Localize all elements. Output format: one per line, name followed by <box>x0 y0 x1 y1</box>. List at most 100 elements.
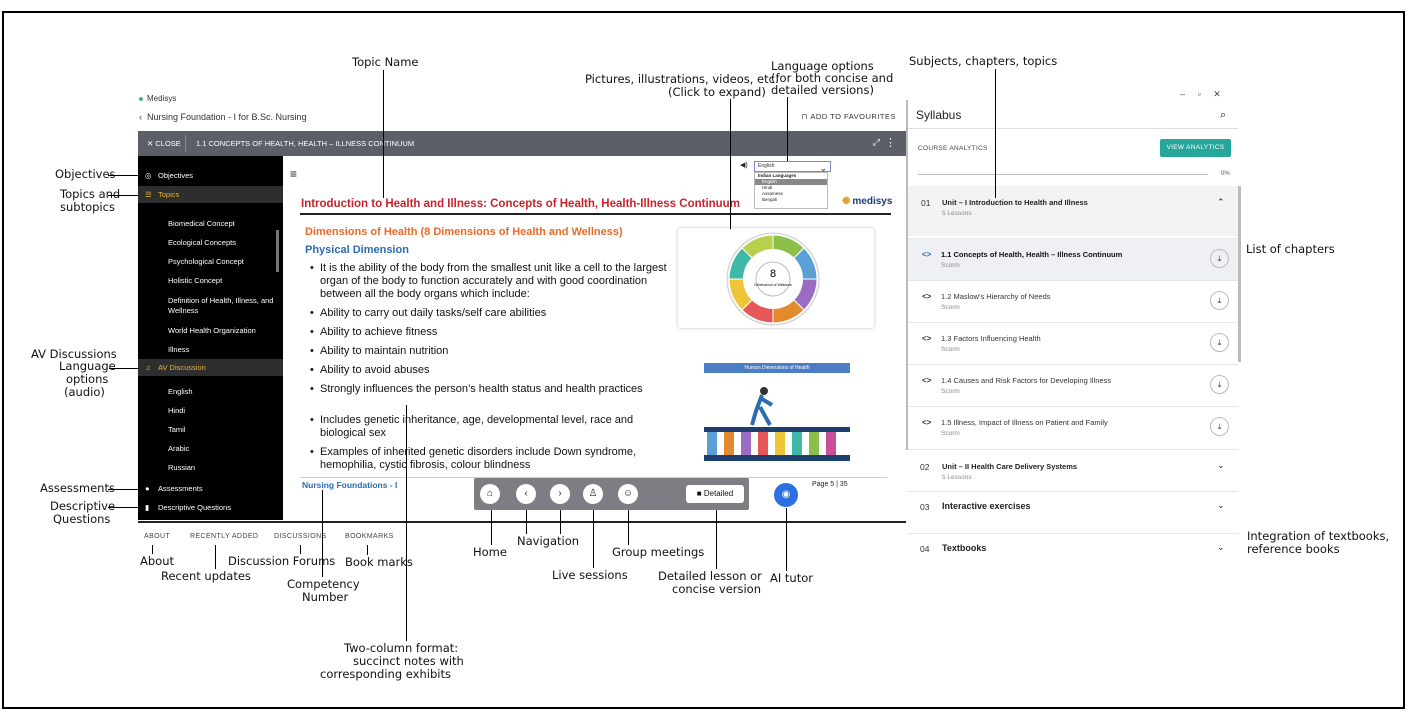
chapter-name: 1.2 Maslow’s Hierarchy of Needs <box>941 292 1051 301</box>
leader-line <box>593 510 594 568</box>
download-icon[interactable]: ⤓ <box>1210 375 1229 394</box>
add-to-favourites-label: ADD TO FAVOURITES <box>810 112 896 121</box>
sidebar-label: AV Discussion <box>158 363 206 372</box>
home-icon[interactable]: ⌂ <box>480 484 500 504</box>
previous-icon[interactable]: ‹ <box>516 484 536 504</box>
document-icon: ▮ <box>145 503 150 512</box>
page-number: Page 5 | 35 <box>812 481 848 488</box>
leader-line <box>108 195 138 196</box>
subtopic-item[interactable]: Holistic Concept <box>168 276 278 286</box>
tab-bookmarks[interactable]: BOOKMARKS <box>345 533 394 540</box>
sidebar-item-objectives[interactable]: ◎ Objectives <box>138 167 283 184</box>
unit-row-2[interactable]: 02 Unit – II Health Care Delivery System… <box>908 449 1238 492</box>
audio-language-item[interactable]: Hindi <box>168 406 278 416</box>
sidebar-scrollbar[interactable] <box>276 230 279 272</box>
section-name: Interactive exercises <box>942 501 1031 511</box>
chapter-row[interactable]: <> 1.5 Illness, Impact of Illness on Pat… <box>908 406 1238 449</box>
tab-about[interactable]: ABOUT <box>144 533 170 540</box>
annotation-competency-2: Number <box>302 590 349 604</box>
kebab-menu-icon[interactable]: ⋮ <box>885 136 896 149</box>
tab-recently-added[interactable]: RECENTLY ADDED <box>190 533 258 540</box>
language-select-value: English <box>758 163 775 169</box>
download-icon[interactable]: ⤓ <box>1210 249 1229 268</box>
sidebar-item-av-discussion[interactable]: ♫ AV Discussion <box>138 359 283 376</box>
chapter-row[interactable]: <> 1.2 Maslow’s Hierarchy of Needs Scorm… <box>908 280 1238 323</box>
audio-language-item[interactable]: Tamil <box>168 425 278 435</box>
close-button[interactable]: ✕ CLOSE <box>147 139 181 148</box>
brand-logo: ✺ medisys <box>842 196 892 207</box>
close-window-icon[interactable]: ✕ <box>1213 89 1221 99</box>
annotation-descriptive-2: Questions <box>53 512 111 526</box>
breadcrumb[interactable]: ‹ Nursing Foundation - I for B.Sc. Nursi… <box>139 112 307 122</box>
audio-language-item[interactable]: Russian <box>168 463 278 473</box>
next-icon[interactable]: › <box>550 484 570 504</box>
add-to-favourites-button[interactable]: ⊓ ADD TO FAVOURITES <box>801 112 896 121</box>
back-chevron-icon[interactable]: ‹ <box>139 112 147 122</box>
annotation-ai: AI tutor <box>770 571 813 585</box>
panel-scrollbar[interactable] <box>1238 186 1241 362</box>
subtopic-item[interactable]: Psychological Concept <box>168 257 278 267</box>
subtopic-item[interactable]: Biomedical Concept <box>168 219 278 229</box>
language-option[interactable]: Bengali <box>755 197 827 203</box>
minimize-icon[interactable]: – <box>1180 89 1185 99</box>
bullet-item: It is the ability of the body from the s… <box>310 262 680 301</box>
bottom-rule <box>138 521 906 523</box>
search-icon[interactable]: ⌕ <box>1220 109 1226 122</box>
menu-icon[interactable]: ≡ <box>290 167 297 181</box>
subtopic-item[interactable]: Ecological Concepts <box>168 238 278 248</box>
detailed-label: Detailed <box>703 489 734 498</box>
target-icon: ◎ <box>145 171 152 180</box>
audio-language-item[interactable]: English <box>168 387 278 397</box>
unit-number: 02 <box>920 462 930 472</box>
chapter-row[interactable]: <> 1.1 Concepts of Health, Health – Illn… <box>908 238 1238 281</box>
lesson-topbar: ✕ CLOSE 1.1 CONCEPTS OF HEALTH, HEALTH –… <box>138 131 906 156</box>
chapter-row[interactable]: <> 1.4 Causes and Risk Factors for Devel… <box>908 364 1238 407</box>
sidebar-item-assessments[interactable]: ● Assessments <box>138 480 283 497</box>
app-logo-icon <box>139 96 143 101</box>
sidebar-item-topics[interactable]: ☰ Topics <box>138 186 283 203</box>
audio-language-item[interactable]: Arabic <box>168 444 278 454</box>
course-progress-value: 0% <box>1221 171 1230 177</box>
unit-number: 01 <box>921 198 931 208</box>
section-row-textbooks[interactable]: 04 Textbooks ⌄ <box>908 533 1238 559</box>
chevron-down-icon: ⌄ <box>1217 460 1225 470</box>
chapter-row[interactable]: <> 1.3 Factors Influencing Health Scorm … <box>908 322 1238 365</box>
annotation-about: About <box>140 554 175 568</box>
ai-tutor-icon[interactable]: ◉ <box>774 483 798 507</box>
volume-icon[interactable]: ◀) <box>740 161 748 169</box>
bullet-item: Ability to avoid abuses <box>310 364 680 377</box>
panel-rule <box>908 128 1238 129</box>
annotation-recent: Recent updates <box>161 569 251 583</box>
code-icon: <> <box>922 250 932 259</box>
view-analytics-button[interactable]: VIEW ANALYTICS <box>1160 139 1231 157</box>
headphones-icon: ♫ <box>145 363 151 372</box>
annotation-integration-2: reference books <box>1247 542 1340 556</box>
download-icon[interactable]: ⤓ <box>1210 291 1229 310</box>
expand-icon[interactable]: ⤢ <box>873 137 880 148</box>
leader-line <box>108 507 138 508</box>
download-icon[interactable]: ⤓ <box>1210 333 1229 352</box>
competency-label: Nursing Foundations - I <box>302 480 398 490</box>
sidebar-item-descriptive[interactable]: ▮ Descriptive Questions <box>138 499 283 516</box>
download-icon[interactable]: ⤓ <box>1210 417 1229 436</box>
sidebar-label: Topics <box>158 190 180 199</box>
annotation-language-options-3: detailed versions) <box>771 83 874 97</box>
live-session-icon[interactable]: ♙ <box>583 484 603 504</box>
chapter-type: Scorm <box>941 262 960 269</box>
tab-discussions[interactable]: DISCUSSIONS <box>274 533 327 540</box>
section-row-interactive[interactable]: 03 Interactive exercises ⌄ <box>908 491 1238 534</box>
group-meeting-icon[interactable]: ☺ <box>618 484 638 504</box>
chapter-name: 1.5 Illness, Impact of Illness on Patien… <box>941 418 1108 427</box>
language-select[interactable]: English ⌄ <box>754 161 831 173</box>
restore-icon[interactable]: ▫ <box>1198 89 1201 99</box>
leader-line <box>491 510 492 545</box>
subtopic-item[interactable]: Illness <box>168 345 278 355</box>
wellness-wheel-image: 8 Dimensions of Wellness <box>726 232 820 326</box>
subtopic-item[interactable]: World Health Organization <box>168 326 278 336</box>
list-icon: ☰ <box>145 190 152 199</box>
subtopic-item[interactable]: Definition of Health, Illness, and Welln… <box>168 296 278 316</box>
leader-line <box>786 508 787 571</box>
chevron-up-icon[interactable]: ⌃ <box>1217 197 1225 208</box>
question-icon: ● <box>145 484 150 493</box>
detailed-toggle-button[interactable]: ■ Detailed <box>686 485 744 503</box>
